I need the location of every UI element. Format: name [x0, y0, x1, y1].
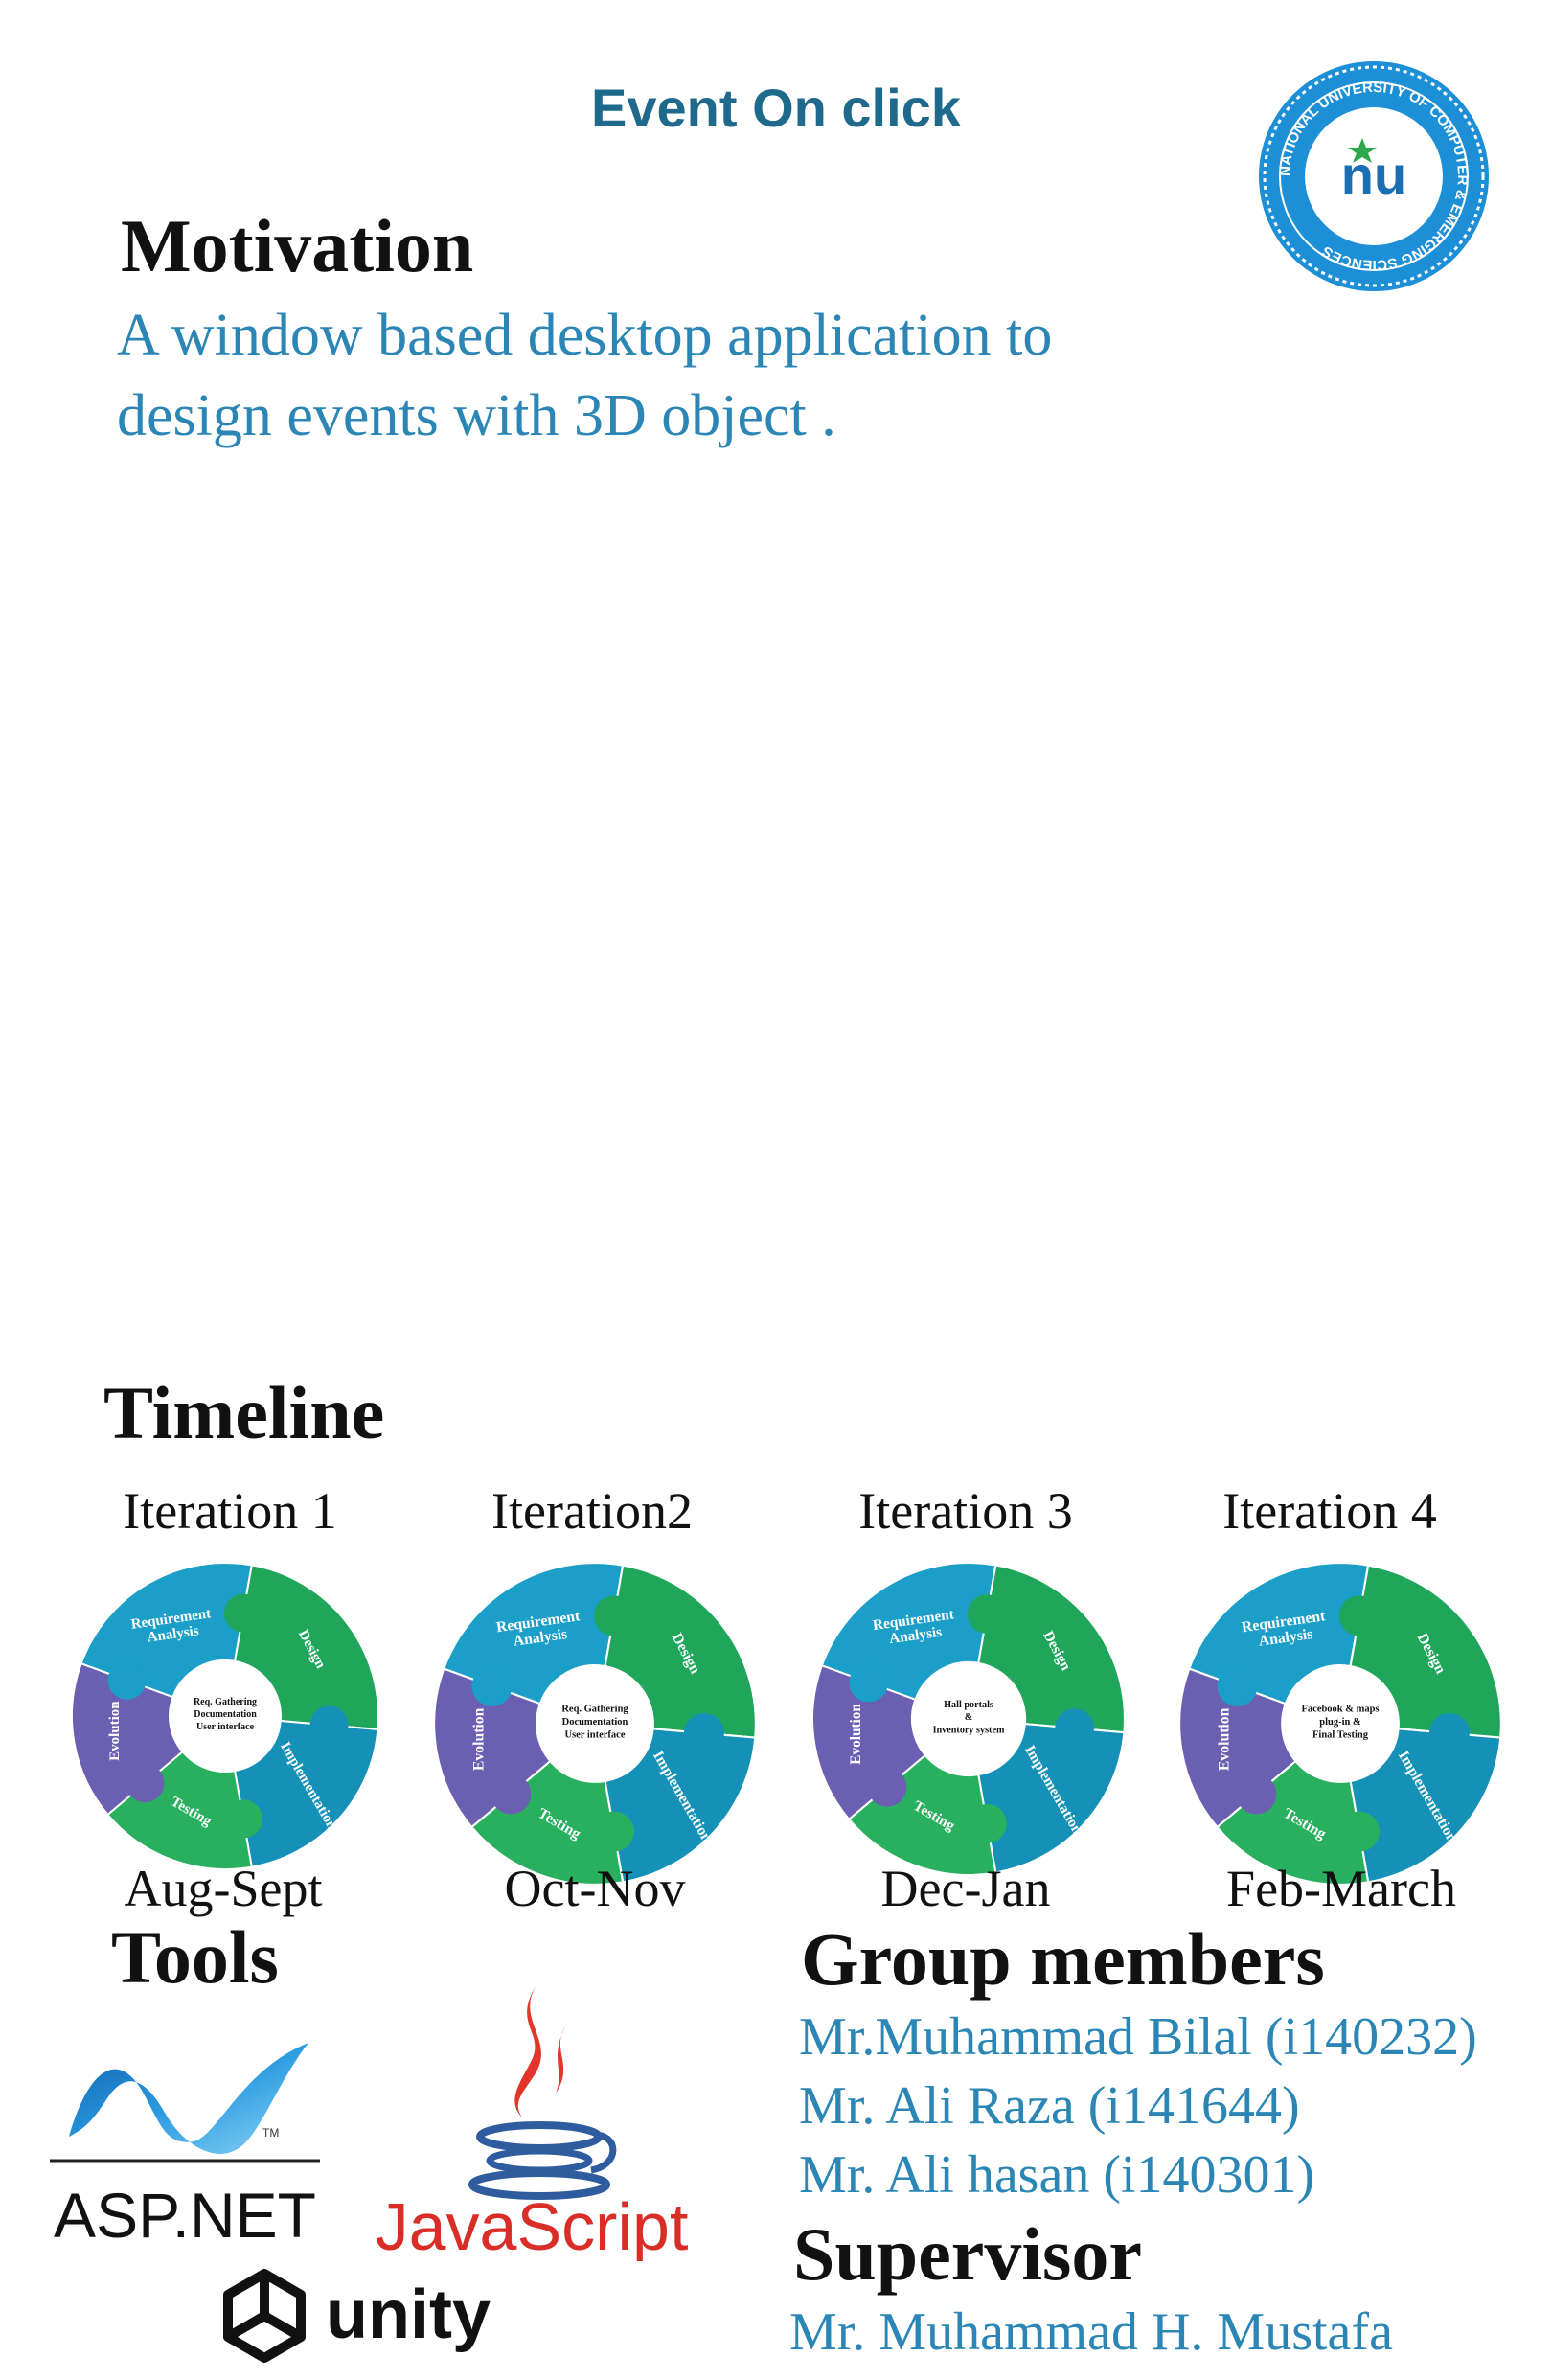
member-2: Mr. Ali Raza (i141644) [799, 2076, 1300, 2136]
puzzle-knob [593, 1811, 634, 1852]
puzzle-knob [1428, 1712, 1470, 1753]
evolution-label: Evolution [848, 1704, 864, 1765]
puzzle-knob [223, 1799, 262, 1839]
puzzle-knob [867, 1767, 907, 1807]
supervisor-name: Mr. Muhammad H. Mustafa [789, 2302, 1393, 2362]
evolution-label: Evolution [1217, 1707, 1233, 1771]
javascript-logo: JavaScript [376, 1983, 689, 2261]
puzzle-knob [1217, 1665, 1258, 1706]
puzzle-knob [126, 1764, 165, 1803]
puzzle-knob [1338, 1595, 1380, 1636]
group-members-heading: Group members [801, 1917, 1325, 2001]
iteration-1-period: Aug-Sept [124, 1860, 323, 1917]
evolution-label: Evolution [107, 1701, 123, 1761]
puzzle-knob [593, 1595, 634, 1636]
puzzle-knob [967, 1594, 1007, 1635]
puzzle-knob [683, 1712, 724, 1753]
iteration-3-period: Dec-Jan [880, 1860, 1051, 1917]
puzzle-knob [1338, 1811, 1380, 1852]
iteration-2-period: Oct-Nov [504, 1860, 686, 1917]
puzzle-knob [107, 1660, 147, 1700]
puzzle-knob [491, 1774, 532, 1815]
puzzle-knob [309, 1705, 349, 1745]
puzzle-knob [471, 1665, 513, 1706]
unity-label: unity [326, 2277, 491, 2353]
motivation-heading: Motivation [121, 204, 474, 287]
iteration-1-label: Iteration 1 [123, 1482, 337, 1540]
iteration-4-period: Feb-March [1226, 1860, 1456, 1917]
evolution-label: Evolution [471, 1707, 488, 1771]
iteration-center-text: Req. Gathering Documentation User interfac… [194, 1697, 257, 1732]
iteration-2-cycle-diagram: RequirementAnalysis DesignImplementationT… [433, 1562, 757, 1886]
puzzle-knob [1055, 1708, 1094, 1749]
iteration-3-cycle-diagram: RequirementAnalysis DesignImplementationT… [811, 1562, 1126, 1876]
timeline-heading: Timeline [103, 1371, 385, 1454]
supervisor-heading: Supervisor [793, 2212, 1143, 2296]
member-3: Mr. Ali hasan (i140301) [799, 2145, 1315, 2205]
iteration-center-text: Req. Gathering Documentation User interfac… [561, 1704, 628, 1740]
motivation-line-2: design events with 3D object . [117, 383, 836, 448]
tools-heading: Tools [111, 1915, 279, 1999]
javascript-label: JavaScript [376, 2189, 689, 2261]
unity-logo: unity [223, 2269, 491, 2363]
puzzle-knob [967, 1803, 1007, 1843]
puzzle-knob [849, 1662, 889, 1703]
motivation-text: A window based desktop application to de… [117, 295, 1267, 456]
university-seal-logo: NATIONAL UNIVERSITY OF COMPUTER & EMERGI… [1259, 61, 1489, 291]
puzzle-knob [223, 1593, 262, 1633]
iteration-3-label: Iteration 3 [858, 1482, 1073, 1540]
motivation-line-1: A window based desktop application to [117, 303, 1053, 368]
iteration-4-cycle-diagram: RequirementAnalysis DesignImplementationT… [1178, 1562, 1502, 1886]
iteration-4-label: Iteration 4 [1222, 1482, 1437, 1540]
aspnet-logo: TM ASP.NET [50, 2043, 320, 2251]
iteration-2-label: Iteration2 [491, 1482, 693, 1540]
svg-text:TM: TM [262, 2126, 279, 2140]
seal-mark: nu [1341, 145, 1406, 205]
puzzle-knob [1236, 1774, 1277, 1815]
member-1: Mr.Muhammad Bilal (i140232) [799, 2007, 1477, 2067]
aspnet-label: ASP.NET [54, 2180, 316, 2251]
iteration-1-cycle-diagram: RequirementAnalysis DesignImplementationT… [71, 1562, 379, 1870]
